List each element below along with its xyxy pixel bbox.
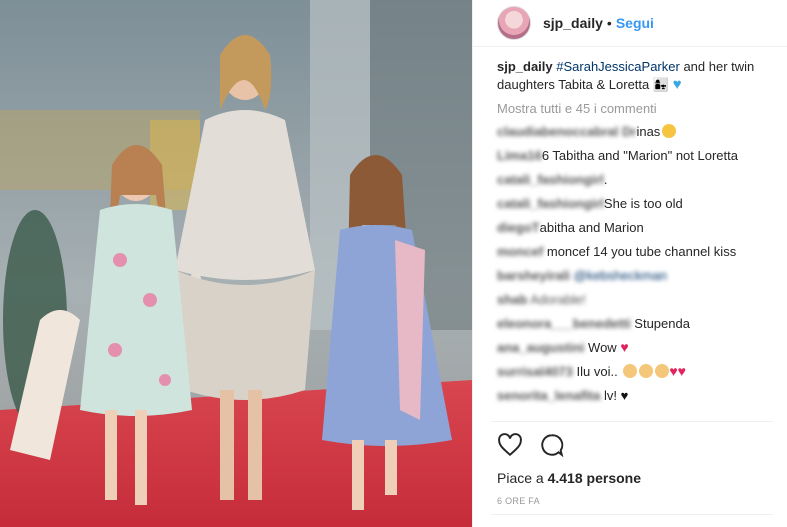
show-all-comments-link[interactable]: Mostra tutti e 45 i commenti xyxy=(497,100,773,118)
comment-text: Ilu voi.. xyxy=(576,364,618,379)
caption-username[interactable]: sjp_daily xyxy=(497,59,553,74)
couple-emoji: 👩‍👧 xyxy=(652,77,670,92)
comment-item: ana_augustini Wow ♥ xyxy=(497,339,773,357)
likes-suffix: persone xyxy=(586,470,641,486)
comment-username[interactable]: surrisal4073 xyxy=(497,364,573,379)
red-heart-emoji: ♥ xyxy=(677,363,686,379)
comment-username[interactable]: catali_fashiongirl xyxy=(497,196,604,211)
post-caption: sjp_daily #SarahJessicaParker and her tw… xyxy=(497,58,773,94)
comment-text: Wow xyxy=(588,340,617,355)
comment-item: senorita_lenafita lv! ♥ xyxy=(497,387,773,405)
blue-heart-emoji: ♥ xyxy=(672,76,682,93)
comment-text: . xyxy=(603,172,608,187)
header-username[interactable]: sjp_daily xyxy=(543,15,603,31)
comment-username[interactable]: ana_augustini xyxy=(497,340,584,355)
woman-emoji xyxy=(639,364,654,378)
post-header: sjp_daily • Segui xyxy=(473,0,787,47)
woman-emoji xyxy=(623,364,638,378)
heart-eyes-emoji xyxy=(662,124,677,138)
post-sidebar: sjp_daily • Segui sjp_daily #SarahJessic… xyxy=(472,0,787,527)
comment-text: moncef 14 you tube channel kiss xyxy=(546,244,737,259)
comment-text: abitha and Marion xyxy=(539,220,644,235)
heart-outline-icon xyxy=(498,433,522,457)
avatar[interactable] xyxy=(497,6,531,40)
comment-username[interactable]: catali_fashiongirl xyxy=(497,172,604,187)
comment-item: eleonora___benedetti Stupenda xyxy=(497,315,773,333)
comment-username[interactable]: diegoT xyxy=(497,220,540,235)
comment-item: moncef moncef 14 you tube channel kiss xyxy=(497,243,773,261)
like-button[interactable] xyxy=(497,432,523,463)
comment-username[interactable]: moncef xyxy=(497,244,543,259)
instagram-post: sjp_daily • Segui sjp_daily #SarahJessic… xyxy=(0,0,787,527)
red-heart-emoji: ♥ xyxy=(620,339,629,355)
comment-item: catali_fashiongirl. xyxy=(497,171,773,189)
comment-item: surrisal4073 Ilu voi.. ♥ ♥ xyxy=(497,363,773,381)
comment-bubble-icon xyxy=(541,434,564,458)
black-heart-emoji: ♥ xyxy=(620,388,629,403)
comment-button[interactable] xyxy=(539,432,565,463)
comment-username[interactable]: shab xyxy=(497,292,527,307)
likes-number: 4.418 xyxy=(547,470,583,486)
comment-text: She is too old xyxy=(603,196,683,211)
action-bar xyxy=(497,432,565,463)
comment-text: inas xyxy=(636,124,661,139)
comment-username[interactable]: senorita_lenafita xyxy=(497,388,600,403)
comment-item: claudiabenoccabral Drinas xyxy=(497,123,773,141)
divider xyxy=(491,514,773,515)
comment-text: lv! xyxy=(603,388,617,403)
divider xyxy=(491,421,773,422)
comment-text: Stupenda xyxy=(634,316,690,331)
comment-mention[interactable]: @kebsheckman xyxy=(574,268,667,283)
comment-username[interactable]: claudiabenoccabral Dr xyxy=(497,124,636,139)
comment-item: shab Adorable! xyxy=(497,291,773,309)
comment-text: 6 Tabitha and "Marion" not Loretta xyxy=(541,148,738,163)
follow-button[interactable]: Segui xyxy=(616,15,654,31)
photo-image xyxy=(0,0,472,527)
likes-count[interactable]: Piace a 4.418 persone xyxy=(497,470,641,486)
red-heart-emoji: ♥ xyxy=(669,363,678,379)
comment-username[interactable]: eleonora___benedetti xyxy=(497,316,631,331)
caption-hashtag[interactable]: #SarahJessicaParker xyxy=(556,59,680,74)
comment-item: barsheyirali @kebsheckman xyxy=(497,267,773,285)
post-photo[interactable] xyxy=(0,0,472,527)
comment-item: catali_fashiongirlShe is too old xyxy=(497,195,773,213)
comment-item: diegoTabitha and Marion xyxy=(497,219,773,237)
comment-item: Lima166 Tabitha and "Marion" not Loretta xyxy=(497,147,773,165)
comments-list: sjp_daily #SarahJessicaParker and her tw… xyxy=(497,58,773,411)
likes-prefix: Piace a xyxy=(497,470,544,486)
woman-emoji xyxy=(655,364,670,378)
comment-username[interactable]: Lima16 xyxy=(497,148,542,163)
comment-text: Adorable! xyxy=(530,292,586,307)
header-separator: • xyxy=(606,15,612,31)
post-timestamp[interactable]: 6 ORE FA xyxy=(497,496,540,506)
comment-username[interactable]: barsheyirali xyxy=(497,268,570,283)
